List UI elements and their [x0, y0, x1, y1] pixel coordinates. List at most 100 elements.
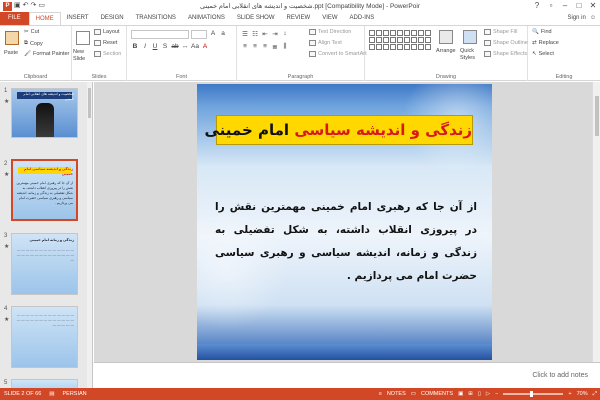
shapes-gallery[interactable]	[369, 30, 431, 50]
new-slide-icon[interactable]	[76, 31, 90, 45]
italic-icon[interactable]: I	[141, 43, 149, 50]
reading-view-icon[interactable]: ▯	[478, 391, 481, 397]
slide-thumbnail-2[interactable]: زندگی و اندیشه سیاسی امام خمینی از آن جا…	[11, 159, 78, 221]
close-icon[interactable]: ✕	[586, 0, 600, 12]
help-icon[interactable]: ?	[530, 0, 544, 12]
underline-icon[interactable]: U	[151, 43, 159, 50]
slide-bottom-band	[197, 344, 492, 360]
normal-view-icon[interactable]: ▣	[458, 391, 463, 397]
tab-view[interactable]: VIEW	[316, 12, 343, 25]
convert-smartart-button[interactable]: Convert to SmartArt	[309, 51, 367, 57]
format-painter-button[interactable]: 🖌 Format Painter	[24, 51, 69, 57]
quick-styles-button[interactable]: Quick Styles	[460, 48, 482, 62]
powerpoint-logo-icon[interactable]: P	[3, 1, 12, 11]
spacing-icon[interactable]: ↔	[181, 43, 189, 50]
tab-slide-show[interactable]: SLIDE SHOW	[231, 12, 281, 25]
smiley-icon[interactable]: ☺	[590, 12, 596, 25]
copy-button[interactable]: ⧉ Copy	[24, 40, 43, 47]
shadow-icon[interactable]: S	[161, 43, 169, 50]
slide-scrollbar[interactable]	[592, 82, 600, 362]
align-left-icon[interactable]: ≡	[241, 43, 249, 51]
slide-thumbnail-4[interactable]: — — — — — — — — — — — — — — — — — — — — …	[11, 306, 78, 368]
section-button[interactable]: Section	[94, 51, 121, 57]
align-right-icon[interactable]: ≡	[261, 43, 269, 51]
tab-file[interactable]: FILE	[0, 12, 29, 25]
tab-home[interactable]: HOME	[28, 12, 61, 25]
tab-design[interactable]: DESIGN	[95, 12, 130, 25]
replace-button[interactable]: ⇄ Replace	[532, 40, 559, 46]
text-direction-button[interactable]: Text Direction	[309, 29, 351, 35]
columns-icon[interactable]: ⫼	[281, 43, 289, 51]
slide-thumbnails-pane: 1 ★ شخصیت و اندیشه های انقلابی امام خمین…	[0, 82, 93, 388]
slide-thumbnail-1[interactable]: شخصیت و اندیشه های انقلابی امام خمینی	[11, 88, 78, 138]
align-text-button[interactable]: Align Text	[309, 40, 342, 46]
zoom-slider[interactable]	[503, 391, 564, 397]
reset-button[interactable]: Reset	[94, 40, 117, 46]
slideshow-icon[interactable]: ▷	[486, 391, 490, 397]
notes-toggle[interactable]: NOTES	[387, 391, 406, 397]
tab-insert[interactable]: INSERT	[61, 12, 95, 25]
window-controls: ? ▫ – □ ✕	[530, 0, 600, 12]
maximize-icon[interactable]: □	[572, 0, 586, 12]
slide-sorter-icon[interactable]: ⊞	[468, 391, 473, 397]
scrollbar-thumb[interactable]	[595, 96, 599, 136]
thumbnails-scrollbar[interactable]	[87, 82, 92, 388]
tab-transitions[interactable]: TRANSITIONS	[130, 12, 182, 25]
find-label: Find	[540, 29, 552, 35]
case-icon[interactable]: Aa	[191, 43, 199, 50]
align-center-icon[interactable]: ≡	[251, 43, 259, 51]
tab-animations[interactable]: ANIMATIONS	[182, 12, 231, 25]
comments-toggle[interactable]: COMMENTS	[421, 391, 453, 397]
tab-review[interactable]: REVIEW	[281, 12, 317, 25]
decrease-indent-icon[interactable]: ⇤	[261, 30, 269, 38]
fit-slide-icon[interactable]: ⤢	[593, 391, 597, 398]
shape-outline-button[interactable]: Shape Outline	[484, 40, 528, 46]
layout-button[interactable]: Layout	[94, 29, 120, 35]
bullets-icon[interactable]: ☰	[241, 30, 249, 38]
justify-icon[interactable]: ≣	[271, 43, 279, 51]
shrink-font-icon[interactable]: a	[219, 30, 227, 37]
paste-icon[interactable]	[5, 31, 19, 45]
language-indicator[interactable]: PERSIAN	[63, 391, 87, 397]
current-slide[interactable]: زندگی و اندیشه سیاسی امام خمینی از آن جا…	[197, 84, 492, 360]
undo-icon[interactable]: ↶	[23, 1, 29, 11]
slide-thumbnail-5[interactable]	[11, 379, 78, 388]
shape-fill-label: Shape Fill	[493, 29, 518, 35]
shape-fill-button[interactable]: Shape Fill	[484, 29, 517, 35]
font-name-box[interactable]	[131, 30, 189, 39]
ribbon-display-icon[interactable]: ▫	[544, 0, 558, 12]
line-spacing-icon[interactable]: ↕	[281, 30, 289, 38]
present-icon[interactable]: ▭	[38, 1, 45, 11]
font-size-box[interactable]	[191, 30, 207, 39]
paste-button[interactable]: Paste	[4, 50, 18, 56]
slide-thumbnail-3[interactable]: زندگی و زمانه امام خمینی — — — — — — — —…	[11, 233, 78, 295]
grow-font-icon[interactable]: A	[209, 30, 217, 37]
tab-add-ins[interactable]: ADD-INS	[344, 12, 381, 25]
redo-icon[interactable]: ↷	[31, 1, 37, 11]
slide-title[interactable]: زندگی و اندیشه سیاسی امام خمینی	[205, 115, 473, 145]
zoom-out-icon[interactable]: −	[495, 391, 498, 397]
select-button[interactable]: ↖ Select	[532, 51, 554, 57]
shape-effects-button[interactable]: Shape Effects	[484, 51, 527, 57]
minimize-icon[interactable]: –	[558, 0, 572, 12]
bold-icon[interactable]: B	[131, 43, 139, 50]
scrollbar-thumb[interactable]	[88, 88, 91, 118]
quick-styles-icon[interactable]	[463, 30, 477, 44]
strikethrough-icon[interactable]: ab	[171, 43, 179, 50]
save-icon[interactable]: ▣	[14, 1, 21, 11]
sign-in-link[interactable]: Sign in	[568, 12, 586, 25]
arrange-icon[interactable]	[439, 30, 453, 44]
zoom-in-icon[interactable]: +	[568, 391, 571, 397]
zoom-level[interactable]: 70%	[577, 391, 588, 397]
new-slide-button[interactable]: New Slide	[73, 49, 93, 63]
thumb-title: شخصیت و اندیشه های انقلابی امام خمینی	[23, 92, 74, 101]
arrange-button[interactable]: Arrange	[436, 48, 456, 54]
increase-indent-icon[interactable]: ⇥	[271, 30, 279, 38]
cut-button[interactable]: ✂ Cut	[24, 29, 39, 35]
find-button[interactable]: 🔍 Find	[532, 29, 552, 35]
notes-pane[interactable]: Click to add notes	[94, 362, 600, 388]
slide-body-text[interactable]: از آن جا که رهبری امام خمینی مهمترین نقش…	[215, 196, 477, 288]
numbering-icon[interactable]: ☷	[251, 30, 259, 38]
spellcheck-icon[interactable]: ▤	[49, 391, 54, 397]
font-color-icon[interactable]: A	[201, 43, 209, 50]
